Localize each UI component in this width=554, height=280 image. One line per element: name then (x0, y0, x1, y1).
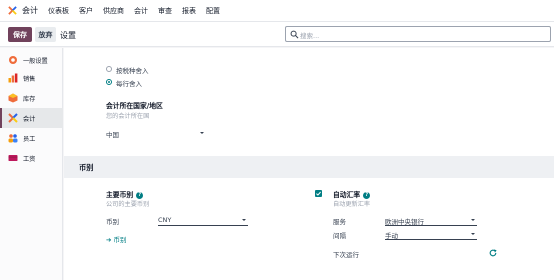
nav-dashboard[interactable]: 仪表板 (48, 6, 69, 16)
sidebar-item-sales[interactable]: 销售 (0, 68, 63, 88)
sidebar-item-payroll[interactable]: 工资 (0, 148, 63, 168)
sidebar-item-label: 库存 (23, 95, 36, 103)
radio-label: 按税种舍入 (116, 67, 149, 75)
accounting-app-logo-icon[interactable] (8, 6, 17, 15)
country-description: 您的会计所在国 (106, 113, 150, 120)
accounting-icon (8, 113, 18, 123)
search-input[interactable]: 搜索... (285, 26, 551, 42)
search-placeholder: 搜索... (300, 32, 320, 40)
nav-accounting[interactable]: 会计 (134, 6, 148, 16)
general-settings-icon (9, 56, 17, 64)
next-run-label: 下次运行 (333, 251, 359, 259)
currency-value: CNY (158, 216, 172, 224)
radio-round-per-tax[interactable] (106, 66, 112, 72)
tax-settings-panel: 按税种舍入 每行舍入 会计所在国家/地区 您的会计所在国 中国 (64, 48, 554, 156)
interval-label: 间隔 (333, 232, 346, 240)
sidebar-item-general-settings[interactable]: 一般设置 (0, 50, 63, 70)
search-icon (290, 30, 299, 39)
page-title: 设置 (60, 31, 76, 40)
main-currency-title: 主要币别? (106, 189, 144, 199)
auto-rate-description: 自动更新汇率 (333, 201, 371, 208)
save-button[interactable]: 保存 (8, 27, 32, 42)
select-underline (385, 239, 477, 240)
chevron-down-icon (471, 219, 475, 221)
settings-sidebar: 一般设置 销售 库存 会计 员工 工资 (0, 48, 63, 280)
radio-label: 每行舍入 (116, 80, 142, 88)
nav-vendors[interactable]: 供应商 (103, 6, 124, 16)
chevron-down-icon (471, 233, 475, 235)
checkmark-icon (316, 191, 321, 196)
sidebar-item-label: 一般设置 (23, 57, 48, 65)
radio-round-per-line[interactable] (106, 79, 112, 85)
sales-icon (8, 73, 18, 83)
chevron-down-icon (200, 132, 204, 134)
auto-rate-checkbox[interactable] (315, 190, 322, 197)
select-underline (385, 225, 477, 226)
top-navbar: 会计 仪表板 客户 供应商 会计 审查 报表 配置 (0, 0, 554, 22)
currency-section-header: 币别 (64, 156, 554, 178)
chevron-down-icon (242, 219, 246, 221)
payroll-icon (8, 155, 18, 161)
inventory-icon (8, 93, 18, 103)
sidebar-item-label: 工资 (23, 155, 36, 163)
settings-content: 按税种舍入 每行舍入 会计所在国家/地区 您的会计所在国 中国 币别 主要币别?… (64, 48, 554, 280)
sidebar-item-employees[interactable]: 员工 (0, 128, 63, 148)
discard-button[interactable]: 放弃 (35, 27, 56, 42)
nav-review[interactable]: 审查 (158, 6, 172, 16)
country-title: 会计所在国家/地区 (106, 102, 163, 110)
sidebar-item-accounting[interactable]: 会计 (0, 108, 63, 128)
nav-reports[interactable]: 报表 (182, 6, 196, 16)
auto-rate-title: 自动汇率? (333, 189, 371, 199)
sidebar-item-label: 会计 (23, 115, 36, 123)
country-value: 中国 (106, 131, 119, 139)
refresh-icon[interactable] (489, 249, 497, 257)
select-underline (158, 225, 248, 226)
main-currency-description: 公司的主要币别 (106, 201, 150, 208)
employees-icon (8, 134, 18, 143)
sidebar-item-label: 销售 (23, 75, 36, 83)
service-label: 服务 (333, 218, 346, 226)
sidebar-item-label: 员工 (23, 135, 36, 143)
nav-customers[interactable]: 客户 (79, 6, 93, 16)
app-name[interactable]: 会计 (22, 5, 38, 16)
nav-configuration[interactable]: 配置 (206, 6, 220, 16)
section-title: 币别 (79, 163, 94, 172)
next-run-field[interactable] (385, 248, 477, 258)
help-icon[interactable]: ? (363, 192, 371, 199)
currencies-link[interactable]: ➔ 币别 (106, 234, 127, 244)
currency-panel: 主要币别? 公司的主要币别 币别 CNY ➔ 币别 自动汇率? 自动更新汇率 服… (64, 178, 554, 280)
help-icon[interactable]: ? (136, 192, 144, 199)
control-panel: 保存 放弃 设置 搜索... (0, 22, 554, 47)
sidebar-item-inventory[interactable]: 库存 (0, 88, 63, 108)
currency-field-label: 币别 (106, 218, 119, 226)
